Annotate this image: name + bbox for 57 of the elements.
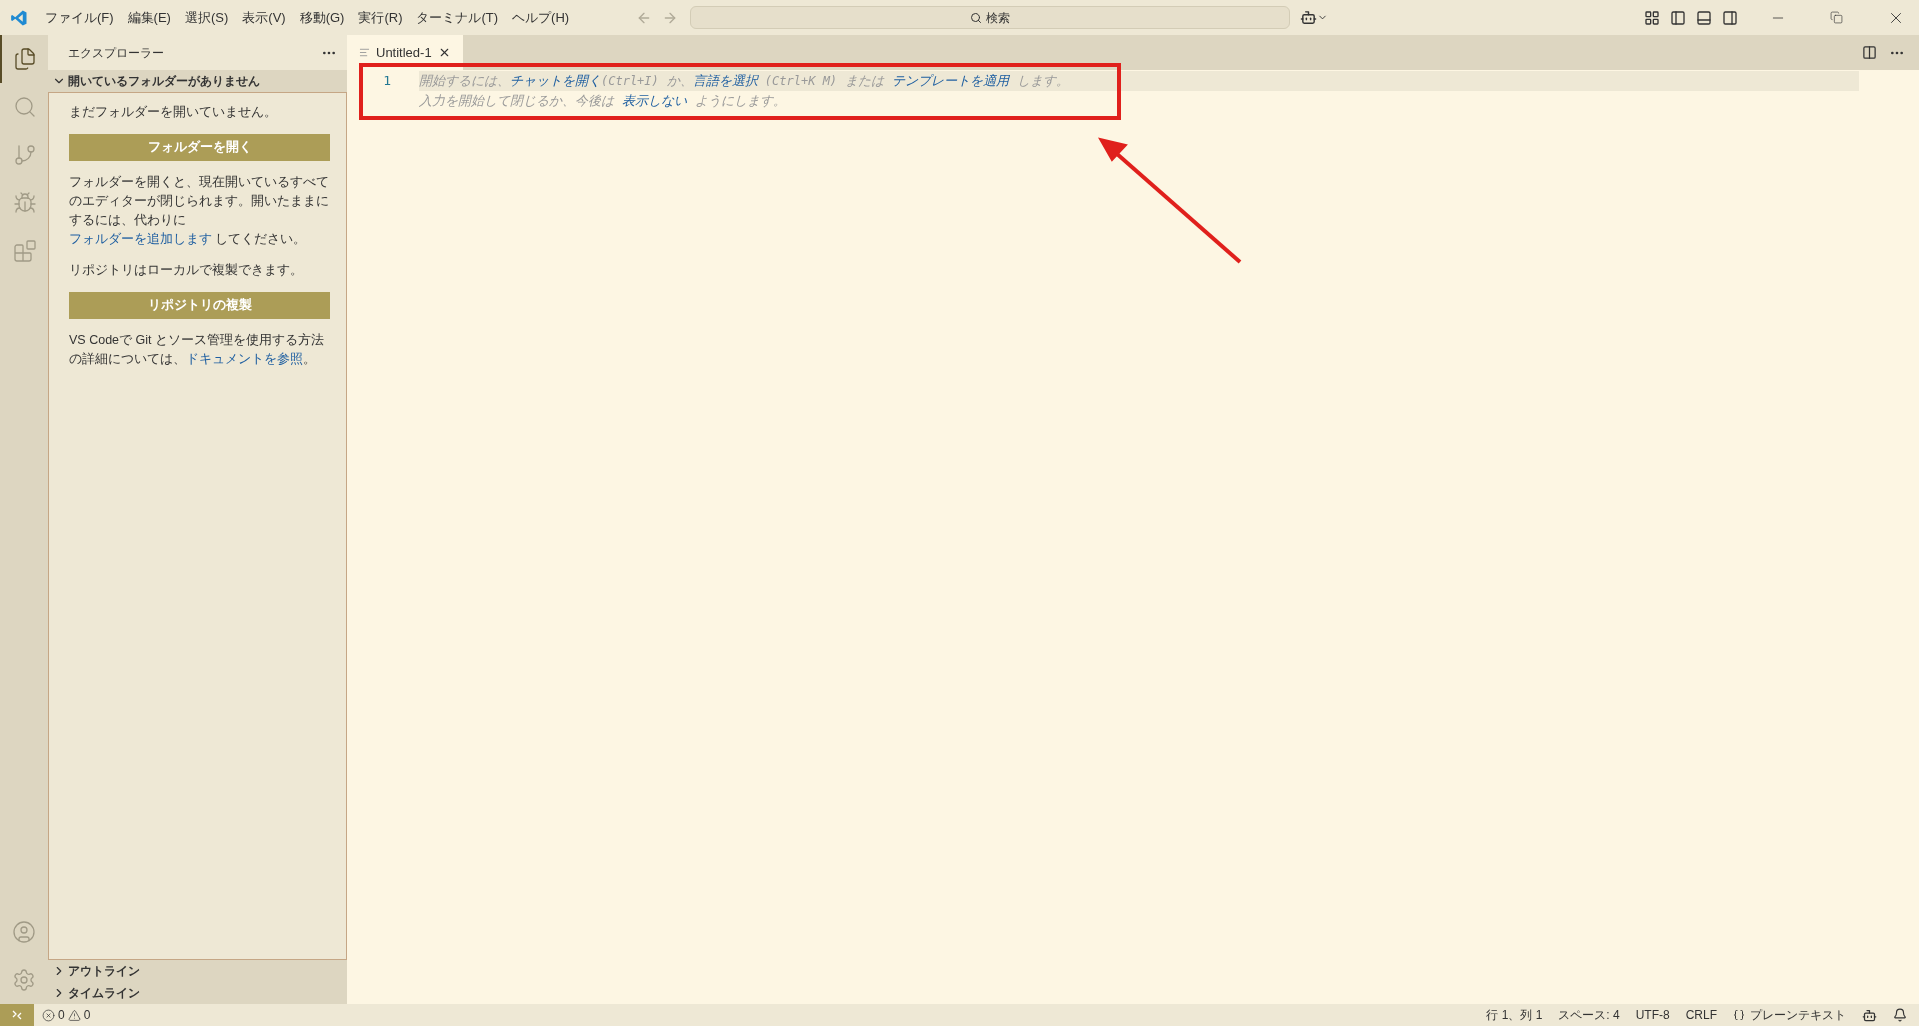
- hint-link[interactable]: テンプレートを適用: [891, 73, 1009, 88]
- editor-hint-line: 開始するには、チャットを開く(Ctrl+I) か、言語を選択 (Ctrl+K M) または テンプレートを適用 します。: [419, 72, 1069, 90]
- search-label: 検索: [986, 9, 1011, 27]
- menu-item[interactable]: ヘルプ(H): [505, 5, 577, 30]
- notifications-icon[interactable]: [1893, 1008, 1907, 1022]
- status-item[interactable]: プレーンテキスト: [1733, 1006, 1846, 1024]
- section-header[interactable]: 開いているフォルダーがありません: [48, 70, 347, 92]
- menu-item[interactable]: ターミナル(T): [409, 5, 506, 30]
- error-icon: [42, 1008, 55, 1022]
- status-item[interactable]: 行 1、列 1: [1486, 1006, 1543, 1024]
- line-number: 1: [382, 72, 391, 90]
- blocks-icon: [13, 239, 37, 263]
- panel-bottom-icon[interactable]: [1696, 9, 1712, 26]
- bug-icon: [13, 191, 37, 215]
- menu-item[interactable]: ファイル(F): [38, 5, 121, 30]
- menu-item[interactable]: 表示(V): [235, 5, 293, 30]
- warning-icon: [67, 1008, 81, 1022]
- sidebar-paragraph: まだフォルダーを開いていません。: [69, 104, 278, 121]
- copilot-button[interactable]: [1300, 9, 1329, 26]
- copilot-icon[interactable]: [1862, 1007, 1877, 1023]
- search-icon: [13, 95, 37, 119]
- warning-count: 0: [83, 1007, 91, 1024]
- status-item[interactable]: スペース: 4: [1558, 1006, 1620, 1024]
- problems-button[interactable]: 0 0: [42, 1006, 91, 1024]
- menu-item[interactable]: 移動(G): [292, 5, 352, 30]
- editor-hint-line: 入力を開始して閉じるか、今後は 表示しない ようにします。: [419, 92, 786, 110]
- remote-icon: [11, 1009, 23, 1021]
- status-item[interactable]: UTF-8: [1635, 1006, 1670, 1024]
- menu-item[interactable]: 実行(R): [351, 5, 410, 30]
- link[interactable]: フォルダーを追加します: [69, 232, 212, 246]
- status-item[interactable]: CRLF: [1685, 1006, 1717, 1024]
- layout-icon[interactable]: [1644, 9, 1660, 26]
- panel-left-icon[interactable]: [1670, 9, 1686, 26]
- files-icon: [13, 47, 37, 71]
- braces-icon: [1733, 1009, 1745, 1021]
- text-file-icon: [359, 47, 370, 58]
- section-header[interactable]: タイムライン: [48, 982, 347, 1004]
- robot-icon: [1300, 9, 1318, 26]
- sidebar-title: エクスプローラー: [68, 44, 164, 62]
- menu-item[interactable]: 選択(S): [177, 5, 236, 30]
- link[interactable]: ドキュメントを参照: [186, 352, 303, 366]
- restore-icon[interactable]: [1830, 11, 1843, 24]
- sidebar-paragraph: VS Codeで Git とソース管理を使用する方法の詳細については、ドキュメントを参照。: [69, 332, 325, 368]
- hint-link[interactable]: チャットを開く: [510, 73, 601, 88]
- error-count: 0: [58, 1007, 65, 1024]
- hint-link[interactable]: 表示しない: [621, 93, 687, 108]
- split-editor-icon[interactable]: [1862, 45, 1877, 60]
- section-header[interactable]: アウトライン: [48, 960, 347, 982]
- branch-icon: [13, 143, 37, 167]
- menu-item[interactable]: 編集(E): [120, 5, 178, 30]
- search-field[interactable]: 検索: [690, 6, 1291, 29]
- hint-link[interactable]: 言語を選択: [692, 73, 758, 88]
- sidebar-paragraph: フォルダーを開くと、現在開いているすべてのエディターが閉じられます。開いたままにするには、代わりに フォルダーを追加します してください。: [69, 174, 330, 248]
- search-icon: [970, 11, 983, 24]
- panel-right-icon[interactable]: [1722, 9, 1738, 26]
- sidebar-paragraph: リポジトリはローカルで複製できます。: [69, 262, 304, 279]
- app-logo-icon: [10, 8, 28, 27]
